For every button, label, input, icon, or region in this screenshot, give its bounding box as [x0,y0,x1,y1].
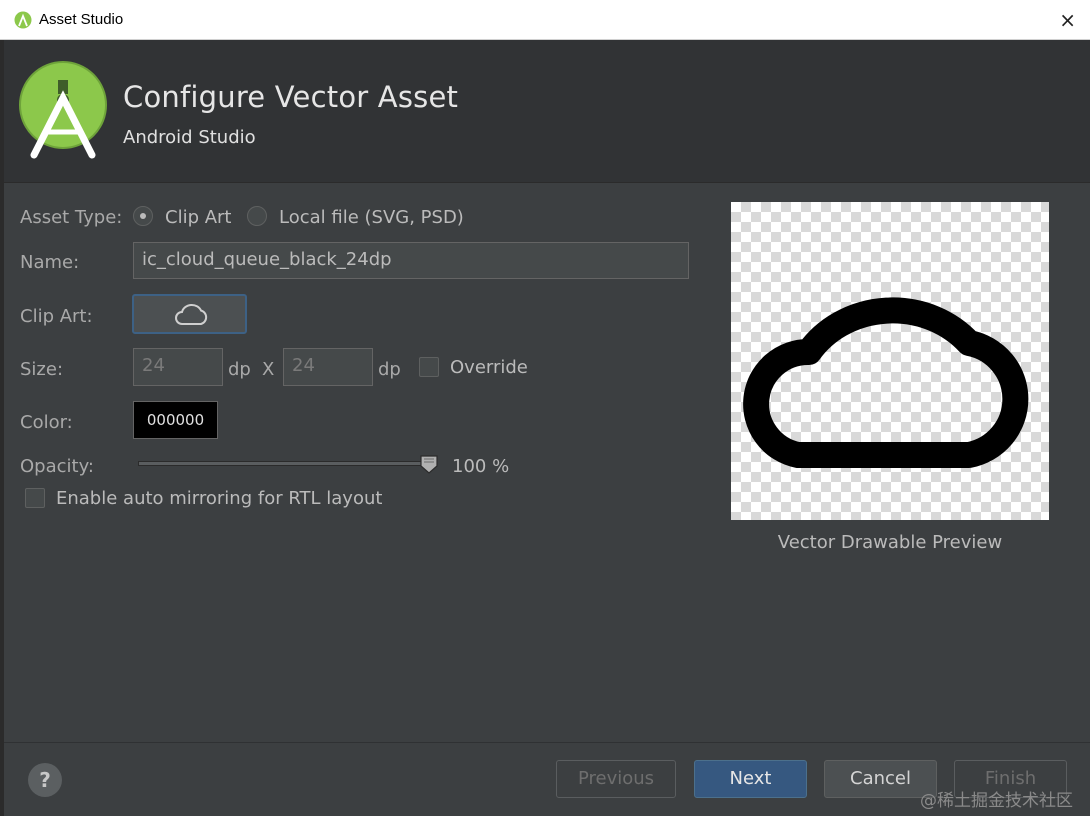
android-studio-app-icon [14,11,32,29]
cloud-outline-icon [743,297,1029,468]
override-label[interactable]: Override [450,357,528,378]
title-bar: Asset Studio × [0,0,1090,40]
asset-type-label: Asset Type: [20,207,123,228]
opacity-value: 100 % [452,456,510,477]
radio-local-file[interactable] [247,206,267,226]
window-title: Asset Studio [39,11,124,28]
color-label: Color: [20,412,73,433]
opacity-slider-track[interactable] [138,461,430,466]
radio-local-file-label[interactable]: Local file (SVG, PSD) [279,207,464,228]
size-height-unit: dp [378,359,401,380]
close-icon[interactable]: × [1059,8,1076,32]
size-x-separator: X [262,359,275,380]
override-checkbox[interactable] [419,357,439,377]
next-button[interactable]: Next [694,760,807,798]
vector-preview [731,202,1049,520]
wizard-header: Configure Vector Asset Android Studio [4,40,1090,183]
radio-clip-art-label[interactable]: Clip Art [165,207,232,228]
help-button[interactable]: ? [28,763,62,797]
page-title: Configure Vector Asset [123,80,459,114]
name-label: Name: [20,252,80,273]
opacity-slider-thumb[interactable] [419,454,439,474]
footer-divider [4,742,1090,743]
auto-mirroring-checkbox[interactable] [25,488,45,508]
opacity-label: Opacity: [20,456,94,477]
page-subtitle: Android Studio [123,127,256,148]
color-picker-field[interactable]: 000000 [133,401,218,439]
size-height-input[interactable]: 24 [283,348,373,386]
clip-art-button[interactable] [132,294,247,334]
preview-caption: Vector Drawable Preview [777,532,1003,553]
cloud-outline-icon [175,303,208,325]
radio-clip-art[interactable] [133,206,153,226]
clip-art-label: Clip Art: [20,306,93,327]
name-input[interactable]: ic_cloud_queue_black_24dp [133,242,689,279]
size-label: Size: [20,359,64,380]
auto-mirroring-label[interactable]: Enable auto mirroring for RTL layout [56,488,382,509]
android-studio-logo-icon [19,61,107,159]
size-width-unit: dp [228,359,251,380]
watermark: @稀土掘金技术社区 [920,791,1073,811]
previous-button[interactable]: Previous [556,760,676,798]
size-width-input[interactable]: 24 [133,348,223,386]
